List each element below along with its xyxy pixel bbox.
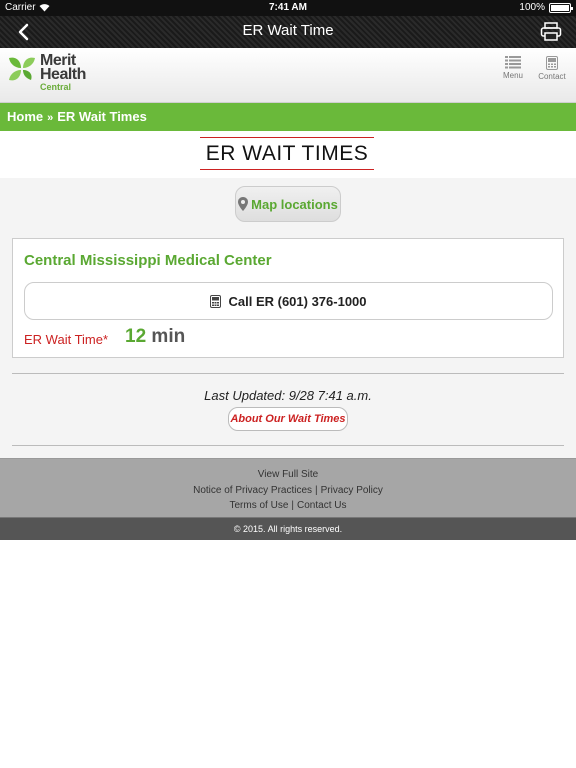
map-locations-label: Map locations [251,196,338,212]
terms-of-use-link[interactable]: Terms of Use [230,500,289,511]
merit-health-logo[interactable]: Merit Health Central [7,53,86,93]
about-wait-times-button[interactable]: About Our Wait Times [228,407,348,431]
view-full-site-link[interactable]: View Full Site [258,469,318,480]
phone-icon [210,294,222,308]
last-updated-text: Last Updated: 9/28 7:41 a.m. [204,388,372,403]
privacy-policy-link[interactable]: Privacy Policy [321,485,383,496]
app-header: Merit Health Central Menu Contact [0,48,576,103]
breadcrumb-separator: » [47,112,54,124]
main-content: Map locations Central Mississippi Medica… [0,178,576,458]
status-bar: Carrier 7:41 AM 100% [0,0,576,16]
facility-name: Central Mississippi Medical Center [24,252,272,269]
divider [12,373,564,374]
breadcrumb-current: ER Wait Times [57,109,147,124]
print-icon[interactable] [540,22,562,42]
breadcrumb-home-link[interactable]: Home [7,109,43,124]
menu-label: Menu [502,71,523,80]
menu-button[interactable]: Menu [496,56,530,80]
footer-separator: | [291,500,295,511]
page-title-section: ER WAIT TIMES [0,131,576,178]
facility-card: Central Mississippi Medical Center Call … [12,238,564,358]
call-er-label: Call ER (601) 376-1000 [228,293,367,309]
map-locations-button[interactable]: Map locations [235,186,341,222]
wait-number: 12 [125,326,147,347]
divider [12,445,564,446]
footer-separator: | [315,485,318,496]
copyright-bar: © 2015. All rights reserved. [0,517,576,540]
battery-icon [549,2,573,13]
er-wait-time-value: 12 min [125,326,185,348]
map-pin-icon [238,197,249,211]
leaf-logo-icon [9,57,35,81]
page-title: ER WAIT TIMES [200,137,374,170]
privacy-practices-link[interactable]: Notice of Privacy Practices [193,485,312,496]
contact-label: Contact [538,72,566,81]
er-wait-time-label: ER Wait Time* [24,332,109,347]
contact-us-link[interactable]: Contact Us [297,500,346,511]
list-menu-icon [505,56,521,69]
battery-info: 100% [519,2,573,13]
wait-unit: min [151,326,186,347]
battery-percent: 100% [519,2,545,13]
call-er-button[interactable]: Call ER (601) 376-1000 [24,282,553,320]
status-time: 7:41 AM [269,2,307,13]
logo-text-central: Central [40,82,72,92]
nav-bar: ER Wait Time [0,16,576,48]
footer: View Full Site Notice of Privacy Practic… [0,458,576,517]
phone-icon [546,56,558,70]
logo-text-health: Health [40,66,86,83]
nav-title: ER Wait Time [242,22,334,39]
contact-button[interactable]: Contact [535,56,569,81]
breadcrumb: Home » ER Wait Times [0,103,576,131]
